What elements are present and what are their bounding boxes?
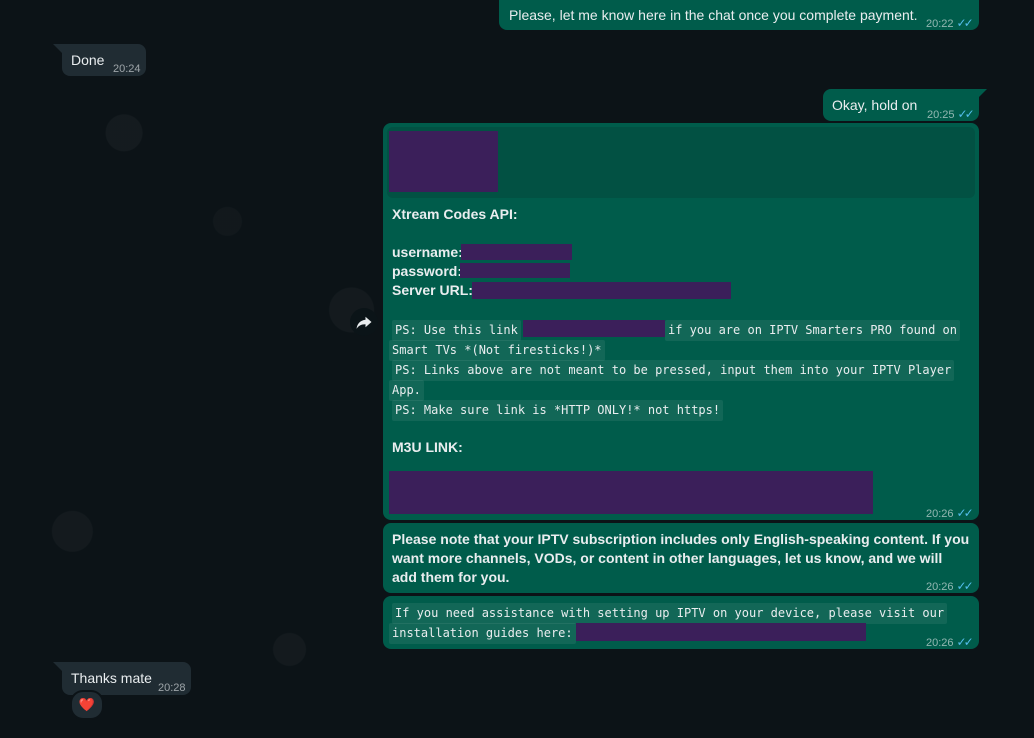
message-time: 20:24 — [113, 63, 141, 75]
message-incoming[interactable]: Done 20:24 — [62, 44, 146, 76]
redacted-m3u-link[interactable] — [389, 471, 873, 514]
message-text-line: Please note that your IPTV subscription … — [392, 531, 970, 547]
redacted-link[interactable] — [523, 320, 665, 337]
message-outgoing-credentials[interactable]: Xtream Codes API: username: password: Se… — [383, 123, 979, 520]
message-text: Thanks mate — [71, 670, 152, 686]
message-outgoing[interactable]: If you need assistance with setting up I… — [383, 596, 979, 649]
m3u-label: M3U LINK: — [392, 439, 463, 455]
redacted-username — [461, 244, 572, 260]
ps-line: Smart TVs *(Not firesticks!)* — [389, 340, 605, 361]
message-time: 20:28 — [158, 682, 186, 694]
message-time: 20:25 ✓✓ — [927, 105, 975, 125]
ps-line: App. — [389, 380, 424, 401]
message-outgoing[interactable]: Please note that your IPTV subscription … — [383, 523, 979, 593]
message-text-line: add them for you. — [392, 569, 510, 585]
reaction-badge[interactable]: ❤️ — [70, 690, 104, 720]
link-preview[interactable] — [387, 127, 975, 198]
message-outgoing[interactable]: Please, let me know here in the chat onc… — [499, 0, 979, 30]
timestamp: 20:25 — [927, 109, 955, 121]
password-label: password: — [392, 263, 463, 279]
timestamp: 20:22 — [926, 18, 954, 30]
message-text: Done — [71, 52, 105, 68]
ps-line: PS: Links above are not meant to be pres… — [392, 360, 955, 381]
bubble-tail — [53, 44, 62, 53]
forward-icon — [356, 316, 372, 329]
ps-line: PS: Make sure link is *HTTP ONLY!* not h… — [392, 400, 724, 421]
timestamp: 20:26 — [926, 637, 954, 649]
ps-line: PS: Use this link — [392, 320, 521, 341]
server-url-label: Server URL: — [392, 282, 473, 298]
message-text: Please, let me know here in the chat onc… — [509, 7, 918, 23]
message-outgoing[interactable]: Okay, hold on 20:25 ✓✓ — [823, 89, 979, 121]
message-text-line: installation guides here: — [389, 623, 576, 644]
redacted-password — [460, 263, 570, 278]
section-heading: Xtream Codes API: — [392, 206, 518, 222]
bubble-tail — [53, 662, 62, 671]
read-ticks-icon: ✓✓ — [956, 635, 974, 649]
forward-button[interactable] — [350, 308, 378, 336]
read-ticks-icon: ✓✓ — [956, 579, 974, 593]
read-ticks-icon: ✓✓ — [956, 16, 974, 30]
bubble-tail — [978, 89, 987, 98]
heart-icon: ❤️ — [78, 697, 96, 712]
message-text-line: want more channels, VODs, or content in … — [392, 550, 943, 566]
read-ticks-icon: ✓✓ — [956, 506, 974, 520]
timestamp: 20:26 — [926, 581, 954, 593]
message-time: 20:22 ✓✓ — [926, 14, 974, 34]
message-text-line: If you need assistance with setting up I… — [392, 603, 948, 624]
message-time: 20:26 ✓✓ — [926, 577, 974, 597]
username-label: username: — [392, 244, 463, 260]
read-ticks-icon: ✓✓ — [957, 107, 975, 121]
timestamp: 20:26 — [926, 508, 954, 520]
message-time: 20:26 ✓✓ — [926, 633, 974, 653]
ps-line: if you are on IPTV Smarters PRO found on — [665, 320, 960, 341]
redacted-guide-link[interactable] — [576, 623, 866, 641]
message-text: Okay, hold on — [832, 97, 918, 113]
message-time: 20:26 ✓✓ — [926, 504, 974, 524]
redacted-preview-image — [389, 131, 498, 192]
redacted-server-url — [472, 282, 731, 299]
